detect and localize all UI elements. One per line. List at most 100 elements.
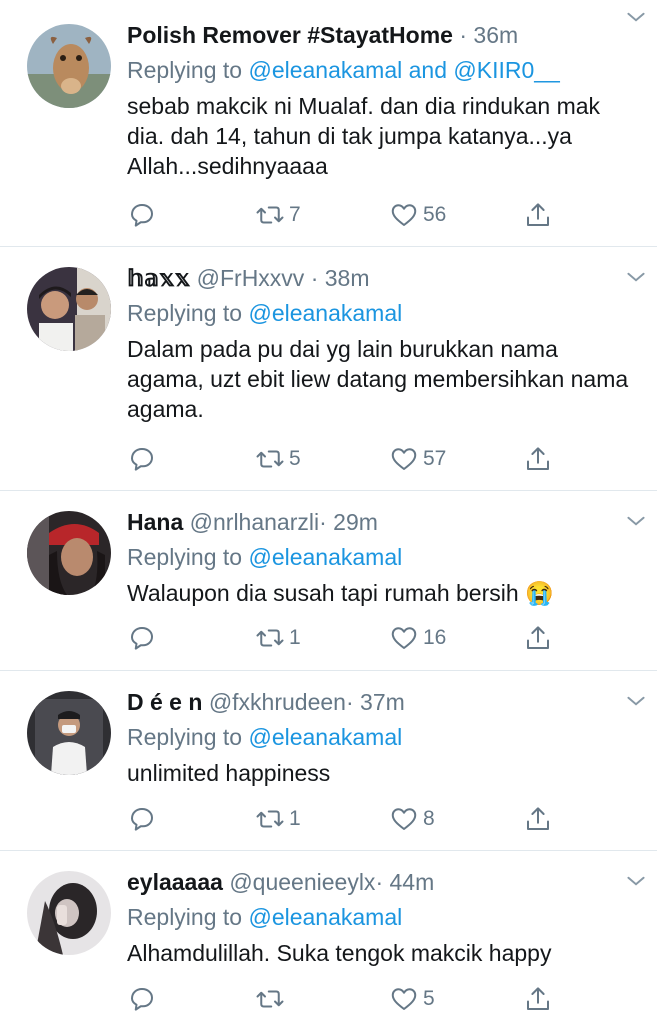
retweet-count: 7 — [289, 203, 301, 226]
reply-button[interactable] — [127, 982, 157, 1016]
chevron-down-icon[interactable] — [623, 688, 649, 714]
replying-to: Replying to @eleanakamal — [127, 539, 637, 575]
like-button[interactable]: 56 — [389, 198, 446, 232]
like-count: 16 — [423, 626, 447, 649]
tweet-header: Hana @nrlhanarzli· 29m — [127, 505, 637, 539]
tweet-text: Dalam pada pu dai yg lain burukkan nama … — [127, 336, 629, 422]
heart-icon — [391, 448, 417, 470]
reply-mention-link[interactable]: @eleanakamal — [248, 300, 402, 326]
tweet-header: eylaaaaa @queenieeylx· 44m — [127, 865, 637, 899]
user-handle[interactable]: @queenieeylx — [229, 869, 375, 895]
avatar[interactable] — [27, 267, 111, 351]
reply-mention-link[interactable]: @eleanakamal — [248, 544, 402, 570]
chevron-down-icon[interactable] — [623, 4, 649, 30]
reply-button[interactable] — [127, 442, 157, 476]
share-icon — [527, 626, 549, 649]
retweet-icon — [256, 450, 284, 468]
retweet-icon — [256, 990, 284, 1008]
avatar[interactable] — [27, 871, 111, 955]
avatar-image — [27, 24, 111, 108]
avatar-image — [27, 511, 111, 595]
tweet-header: D é e n @fxkhrudeen· 37m — [127, 685, 637, 719]
user-handle[interactable]: @nrlhanarzli — [190, 509, 319, 535]
separator: · — [310, 265, 319, 291]
share-button[interactable] — [523, 198, 553, 232]
tweet-actions: 1 8 — [127, 802, 567, 836]
timestamp[interactable]: 36m — [473, 22, 518, 48]
replying-to-label: Replying to — [127, 300, 243, 326]
share-icon — [527, 203, 549, 226]
retweet-button[interactable]: 5 — [255, 442, 301, 476]
user-handle[interactable]: @fxkhrudeen — [209, 689, 346, 715]
reply-icon — [131, 808, 153, 831]
timestamp[interactable]: 38m — [325, 265, 370, 291]
share-button[interactable] — [523, 982, 553, 1016]
reply-mention-link[interactable]: @eleanakamal — [248, 904, 402, 930]
like-button[interactable]: 57 — [389, 442, 446, 476]
avatar-image — [27, 267, 111, 351]
like-button[interactable]: 5 — [389, 982, 435, 1016]
like-button[interactable]: 16 — [389, 621, 446, 655]
reply-icon — [131, 204, 153, 227]
share-button[interactable] — [523, 442, 553, 476]
like-count: 56 — [423, 203, 447, 226]
reply-button[interactable] — [127, 198, 157, 232]
tweet[interactable]: 𝕙𝕒𝕩𝕩 @FrHxxvv · 38m Replying to @eleanak… — [0, 247, 657, 491]
tweet-actions: 7 56 — [127, 198, 567, 232]
reply-mention-link[interactable]: @eleanakamal — [248, 724, 402, 750]
display-name[interactable]: D é e n — [127, 689, 202, 715]
heart-icon — [391, 204, 417, 226]
tweet[interactable]: Hana @nrlhanarzli· 29m Replying to @elea… — [0, 491, 657, 671]
reply-mention-link[interactable]: @eleanakamal and @KIIR0__ — [248, 57, 559, 83]
reply-icon — [131, 988, 153, 1011]
avatar-image — [27, 871, 111, 955]
chevron-down-icon[interactable] — [623, 508, 649, 534]
like-button[interactable]: 8 — [389, 802, 435, 836]
timestamp[interactable]: 44m — [390, 869, 435, 895]
heart-icon — [391, 808, 417, 830]
chevron-down-icon[interactable] — [623, 264, 649, 290]
retweet-count: 1 — [289, 626, 301, 649]
chevron-down-icon[interactable] — [623, 868, 649, 894]
like-count: 57 — [423, 447, 447, 470]
reply-button[interactable] — [127, 621, 157, 655]
tweet[interactable]: D é e n @fxkhrudeen· 37m Replying to @el… — [0, 671, 657, 851]
reply-icon — [131, 448, 153, 471]
share-button[interactable] — [523, 621, 553, 655]
display-name[interactable]: eylaaaaa — [127, 869, 223, 895]
separator: · — [319, 509, 327, 535]
timestamp[interactable]: 37m — [360, 689, 405, 715]
display-name[interactable]: Hana — [127, 509, 183, 535]
retweet-button[interactable]: 7 — [255, 198, 301, 232]
retweet-count: 1 — [289, 807, 301, 830]
reply-button[interactable] — [127, 802, 157, 836]
retweet-button[interactable] — [255, 982, 289, 1016]
tweet-header: 𝕙𝕒𝕩𝕩 @FrHxxvv · 38m — [127, 261, 637, 295]
tweet[interactable]: Polish Remover #StayatHome · 36m Replyin… — [0, 0, 657, 247]
share-button[interactable] — [523, 802, 553, 836]
retweet-icon — [256, 810, 284, 828]
display-name[interactable]: 𝕙𝕒𝕩𝕩 — [127, 265, 190, 291]
separator: · — [345, 689, 354, 715]
replying-to: Replying to @eleanakamal — [127, 719, 637, 755]
replying-to-label: Replying to — [127, 724, 243, 750]
like-count: 8 — [423, 807, 435, 830]
tweet-text: Alhamdulillah. Suka tengok makcik happy — [127, 940, 552, 966]
display-name[interactable]: Polish Remover #StayatHome — [127, 22, 453, 48]
avatar[interactable] — [27, 511, 111, 595]
retweet-button[interactable]: 1 — [255, 621, 301, 655]
tweet-actions: 5 57 — [127, 442, 567, 476]
separator: · — [375, 869, 384, 895]
avatar[interactable] — [27, 691, 111, 775]
avatar-image — [27, 691, 111, 775]
avatar[interactable] — [27, 24, 111, 108]
replying-to: Replying to @eleanakamal and @KIIR0__ — [127, 52, 637, 88]
replying-to: Replying to @eleanakamal — [127, 295, 637, 331]
user-handle[interactable]: @FrHxxvv — [197, 265, 305, 291]
reply-icon — [131, 627, 153, 650]
tweet[interactable]: eylaaaaa @queenieeylx· 44m Replying to @… — [0, 851, 657, 1024]
share-icon — [527, 807, 549, 830]
timestamp[interactable]: 29m — [333, 509, 378, 535]
retweet-button[interactable]: 1 — [255, 802, 301, 836]
heart-icon — [391, 627, 417, 649]
